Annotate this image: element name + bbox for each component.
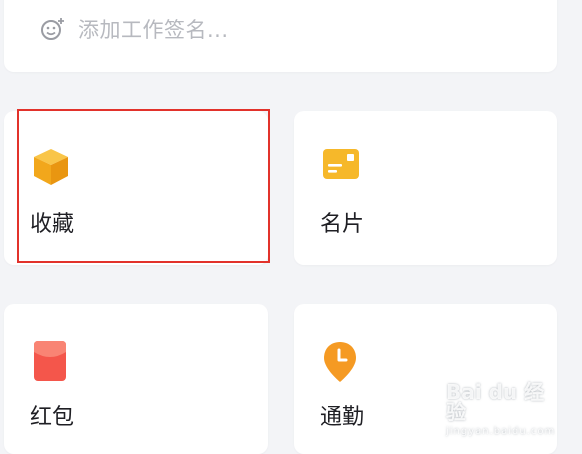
work-signature-row[interactable]: 添加工作签名... xyxy=(40,14,229,44)
work-signature-card[interactable]: 添加工作签名... xyxy=(4,0,557,72)
business-card-label: 名片 xyxy=(320,212,365,237)
red-envelope-card[interactable]: 红包 xyxy=(4,304,268,454)
business-card-card[interactable]: 名片 xyxy=(294,111,557,265)
business-card-icon xyxy=(323,149,359,179)
red-envelope-icon xyxy=(34,341,66,381)
add-emoji-icon xyxy=(41,18,64,40)
commute-label: 通勤 xyxy=(320,405,365,430)
watermark-brand: Bai du 经验 xyxy=(446,380,545,424)
watermark-url: jingyan.baidu.com xyxy=(446,426,556,437)
work-signature-input[interactable]: 添加工作签名... xyxy=(78,14,229,44)
baidu-jingyan-watermark: Bai du 经验 jingyan.baidu.com xyxy=(446,380,556,437)
red-envelope-label: 红包 xyxy=(30,405,75,430)
commute-location-icon xyxy=(324,342,356,382)
favorites-highlight-box xyxy=(17,109,270,263)
